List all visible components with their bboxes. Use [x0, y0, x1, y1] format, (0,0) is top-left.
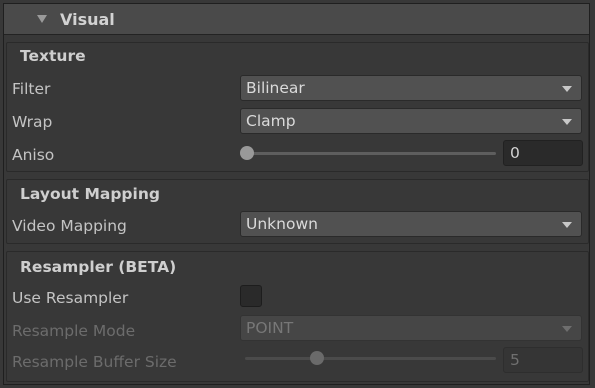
wrap-value: Clamp: [246, 112, 296, 130]
texture-section-title: Texture: [20, 47, 86, 65]
buffer-size-slider-track: [245, 357, 496, 360]
wrap-label: Wrap: [12, 113, 53, 131]
chevron-down-icon: [562, 326, 572, 332]
layout-mapping-section-title: Layout Mapping: [20, 185, 160, 203]
aniso-label: Aniso: [12, 146, 55, 164]
use-resampler-checkbox[interactable]: [240, 285, 262, 307]
resample-mode-value: POINT: [246, 319, 294, 337]
wrap-dropdown[interactable]: Clamp: [240, 108, 582, 134]
aniso-slider-thumb[interactable]: [240, 146, 254, 160]
video-mapping-label: Video Mapping: [12, 217, 127, 235]
resampler-section-title: Resampler (BETA): [20, 258, 177, 276]
use-resampler-label: Use Resampler: [12, 289, 129, 307]
video-mapping-value: Unknown: [246, 215, 318, 233]
video-mapping-dropdown[interactable]: Unknown: [240, 211, 582, 237]
filter-label: Filter: [12, 80, 51, 98]
chevron-down-icon: [562, 119, 572, 125]
filter-value: Bilinear: [246, 79, 305, 97]
foldout-title: Visual: [60, 10, 115, 29]
resample-mode-dropdown: POINT: [240, 315, 582, 341]
resample-buffer-size-label: Resample Buffer Size: [12, 353, 177, 371]
aniso-slider-track[interactable]: [245, 152, 496, 155]
resample-mode-label: Resample Mode: [12, 322, 136, 340]
chevron-down-icon: [562, 86, 572, 92]
buffer-size-slider-thumb: [310, 351, 324, 365]
aniso-number-field[interactable]: 0: [503, 140, 583, 166]
chevron-down-icon: [562, 222, 572, 228]
filter-dropdown[interactable]: Bilinear: [240, 75, 582, 101]
visual-foldout-header[interactable]: Visual: [4, 4, 589, 35]
buffer-size-number-field: 5: [503, 347, 583, 373]
foldout-triangle-icon[interactable]: [37, 15, 47, 23]
